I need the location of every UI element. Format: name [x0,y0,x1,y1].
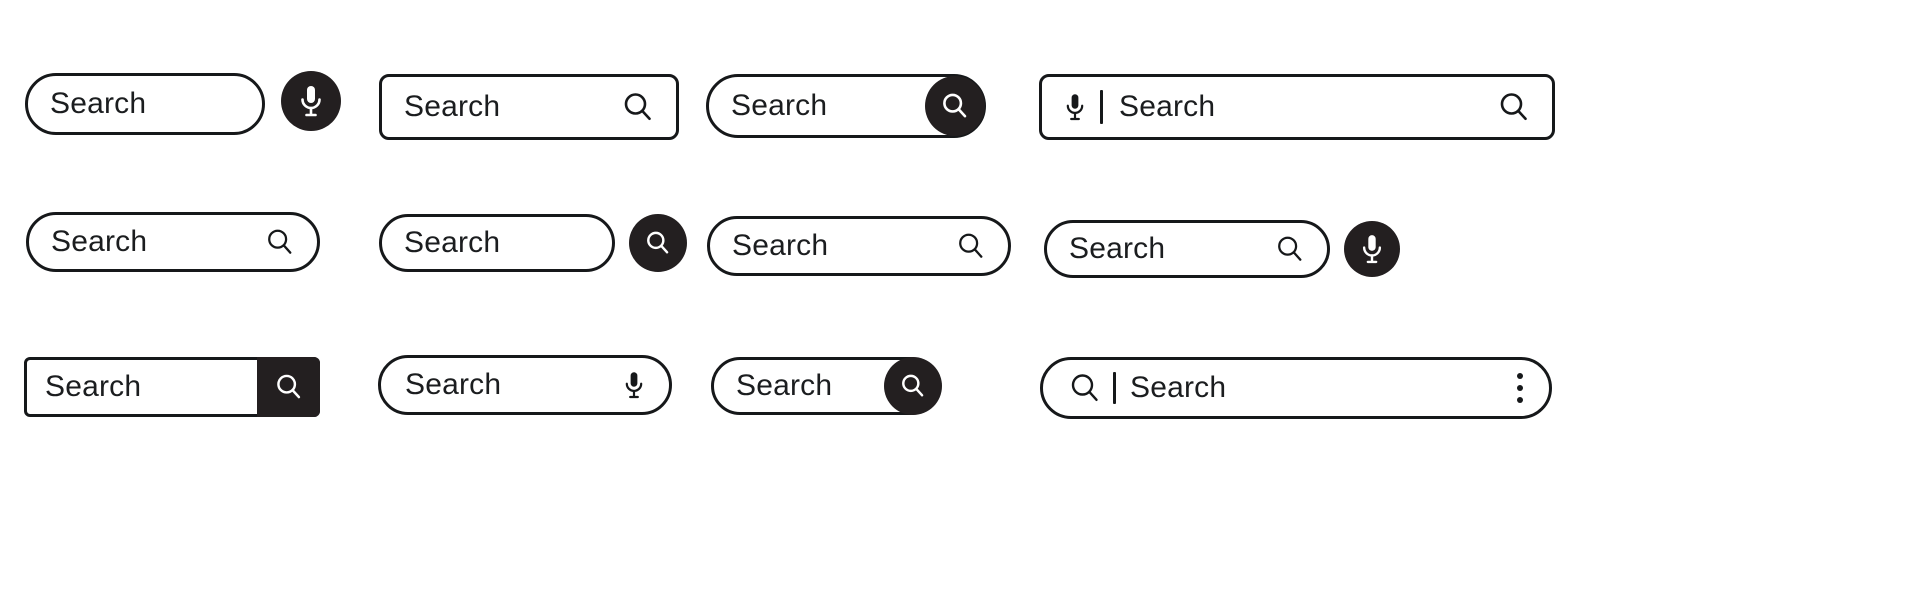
mic-button-r2c4[interactable] [1344,221,1400,277]
search-bar-r2c4[interactable]: Search [1044,220,1330,278]
dot [1517,373,1523,379]
search-button-r1c3[interactable] [925,76,985,136]
search-icon[interactable] [1069,372,1101,404]
search-input-r1c1[interactable]: Search [50,89,146,119]
search-button-r2c2[interactable] [629,214,687,272]
search-icon[interactable] [1275,234,1305,264]
search-input-r1c3[interactable]: Search [731,91,827,121]
dot [1517,385,1523,391]
microphone-icon[interactable] [623,368,645,402]
mic-button-r1c1[interactable] [281,71,341,131]
search-input-r2c1[interactable]: Search [51,227,147,257]
search-button-r3c3[interactable] [884,357,942,415]
search-bar-r1c1[interactable]: Search [25,73,265,135]
microphone-icon[interactable] [1064,90,1086,124]
search-icon [902,374,924,397]
search-button-r3c1[interactable] [257,357,320,417]
search-input-r1c2[interactable]: Search [404,92,500,122]
more-vertical-icon[interactable] [1517,373,1523,403]
search-bar-r2c2[interactable]: Search [379,214,615,272]
search-input-r3c2[interactable]: Search [405,370,501,400]
search-input-r2c2[interactable]: Search [404,228,500,258]
search-input-r3c4[interactable]: Search [1130,373,1226,403]
search-icon[interactable] [1498,91,1530,123]
search-input-r3c1[interactable]: Search [45,372,141,402]
search-input-r2c4[interactable]: Search [1069,234,1165,264]
search-bar-r2c1[interactable]: Search [26,212,320,272]
search-icon[interactable] [956,231,986,261]
search-icon [647,231,669,254]
text-cursor-divider-r1c4 [1100,90,1103,124]
search-icon [943,93,967,118]
search-bar-r3c4[interactable]: Search [1040,357,1552,419]
search-bar-r3c2[interactable]: Search [378,355,672,415]
search-input-r3c3[interactable]: Search [736,371,832,401]
search-bar-showcase: Search Search Search Search Search Searc… [0,0,1920,600]
microphone-icon [1362,235,1382,264]
search-bar-r2c3[interactable]: Search [707,216,1011,276]
search-icon[interactable] [265,227,295,257]
dot [1517,397,1523,403]
search-bar-r1c2[interactable]: Search [379,74,679,140]
text-cursor-divider-r3c4 [1113,372,1116,404]
search-icon [276,374,300,399]
search-input-r1c4[interactable]: Search [1119,92,1215,122]
search-input-r2c3[interactable]: Search [732,231,828,261]
microphone-icon [301,86,321,117]
search-bar-r1c4[interactable]: Search [1039,74,1555,140]
search-icon[interactable] [622,91,654,123]
